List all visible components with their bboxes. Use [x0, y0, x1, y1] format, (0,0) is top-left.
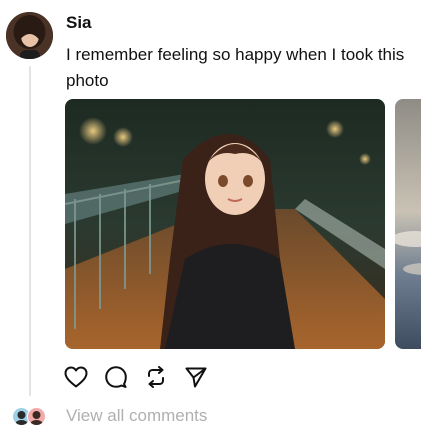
photo-sky-clouds: [395, 99, 421, 349]
post-actions: [63, 364, 223, 390]
photo-girl-on-bridge-night: [65, 99, 385, 349]
post-caption: I remember feeling so happy when I took …: [66, 45, 405, 90]
comment-button[interactable]: [103, 364, 129, 390]
comment-bubble-icon: [105, 366, 127, 388]
post-photo[interactable]: [65, 99, 385, 349]
share-button[interactable]: [183, 364, 209, 390]
commenter-avatar: [27, 407, 46, 426]
thread-post: Sia I remember feeling so happy when I t…: [0, 0, 421, 439]
author-avatar[interactable]: [6, 12, 53, 59]
commenter-avatar-icon: [28, 408, 45, 425]
send-paper-plane-icon: [185, 367, 207, 388]
author-name[interactable]: Sia: [66, 13, 92, 33]
commenter-avatars[interactable]: [12, 407, 52, 426]
photo-carousel[interactable]: [65, 99, 421, 349]
heart-icon: [64, 366, 88, 388]
next-photo-preview[interactable]: [395, 99, 421, 349]
repost-button[interactable]: [143, 364, 169, 390]
thread-line: [29, 66, 31, 396]
repost-arrows-icon: [148, 366, 164, 388]
like-button[interactable]: [63, 364, 89, 390]
view-all-comments-link[interactable]: View all comments: [66, 405, 207, 427]
user-avatar-icon: [6, 12, 53, 59]
